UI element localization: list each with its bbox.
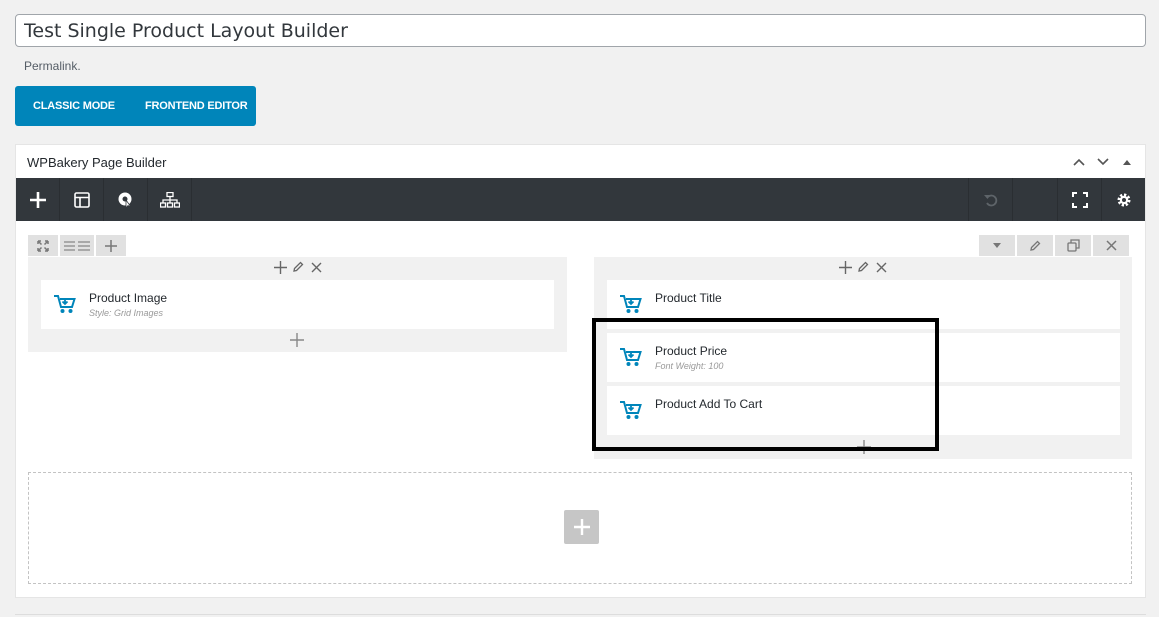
add-element-button[interactable] [16,178,60,221]
element-product-title[interactable]: Product Title [607,280,1120,329]
builder-header: WPBakery Page Builder [16,145,1145,179]
column-add-element-icon[interactable] [856,439,872,455]
undo-icon [983,194,997,206]
element-name: Product Add To Cart [655,397,763,411]
empty-row-placeholder [28,472,1132,584]
post-title-input[interactable] [15,14,1146,47]
cart-icon [54,295,76,313]
element-name: Product Title [655,291,722,305]
row-controls-left [28,235,128,256]
column-edit-icon[interactable] [291,260,305,274]
row-clone-button[interactable] [1055,235,1091,256]
column-add-element-icon[interactable] [289,332,305,348]
fullscreen-button[interactable] [1057,178,1101,221]
pencil-icon [1030,240,1041,251]
column-delete-icon[interactable] [874,260,888,274]
element-subtitle: Style: Grid Images [89,308,164,318]
template-icon [118,192,131,209]
close-icon [1105,240,1117,251]
row-controls-right [977,235,1129,256]
row-edit-button[interactable] [1017,235,1053,256]
fullscreen-icon [1071,191,1088,208]
plus-icon [105,239,117,252]
element-product-image[interactable]: Product Image Style: Grid Images [41,280,554,329]
redo-button[interactable] [1012,178,1056,221]
layout-icon [73,191,90,208]
column-delete-icon[interactable] [309,260,323,274]
element-product-price[interactable]: Product Price Font Weight: 100 [607,333,1120,382]
element-name: Product Price [655,344,728,358]
divider [15,614,1146,615]
gear-icon [1117,193,1130,206]
row-toggle-button[interactable] [979,235,1015,256]
move-down-icon[interactable] [1095,154,1111,170]
plus-icon [29,191,46,208]
undo-button[interactable] [968,178,1012,221]
column-add-icon[interactable] [273,260,287,274]
column-add-icon[interactable] [838,260,852,274]
add-row-button[interactable] [564,510,599,544]
editor-mode-switch: CLASSIC MODE FRONTEND EDITOR [15,86,256,126]
caret-down-icon [993,243,1001,248]
builder-toolbar [16,178,1145,221]
move-up-icon[interactable] [1071,154,1087,170]
sitemap-icon [159,191,180,208]
column-edit-icon[interactable] [856,260,870,274]
cart-icon [620,401,642,419]
classic-mode-button[interactable]: CLASSIC MODE [15,86,145,126]
element-subtitle: Font Weight: 100 [655,361,724,371]
frontend-editor-button[interactable]: FRONTEND EDITOR [145,86,248,126]
cart-icon [620,348,642,366]
element-product-add-to-cart[interactable]: Product Add To Cart [607,386,1120,435]
element-name: Product Image [89,291,168,305]
clone-icon [1066,239,1080,252]
plus-icon [573,519,590,535]
column-left: Product Image Style: Grid Images [28,257,567,352]
row-layout-button[interactable] [60,235,94,256]
templates-button[interactable] [104,178,148,221]
collapse-toggle-icon[interactable] [1119,154,1135,170]
cart-icon [620,295,642,313]
add-column-button[interactable] [96,235,126,256]
structure-button[interactable] [148,178,192,221]
move-arrows-icon [37,239,49,252]
add-layout-button[interactable] [60,178,104,221]
row-delete-button[interactable] [1093,235,1129,256]
row-move-button[interactable] [28,235,58,256]
page-builder-panel: WPBakery Page Builder Product Image Styl… [15,144,1146,598]
builder-title: WPBakery Page Builder [27,154,167,170]
columns-icon [64,240,90,251]
column-right: Product Title Product Price Font Weight:… [594,257,1132,459]
settings-button[interactable] [1101,178,1145,221]
permalink-label: Permalink. [24,59,81,73]
